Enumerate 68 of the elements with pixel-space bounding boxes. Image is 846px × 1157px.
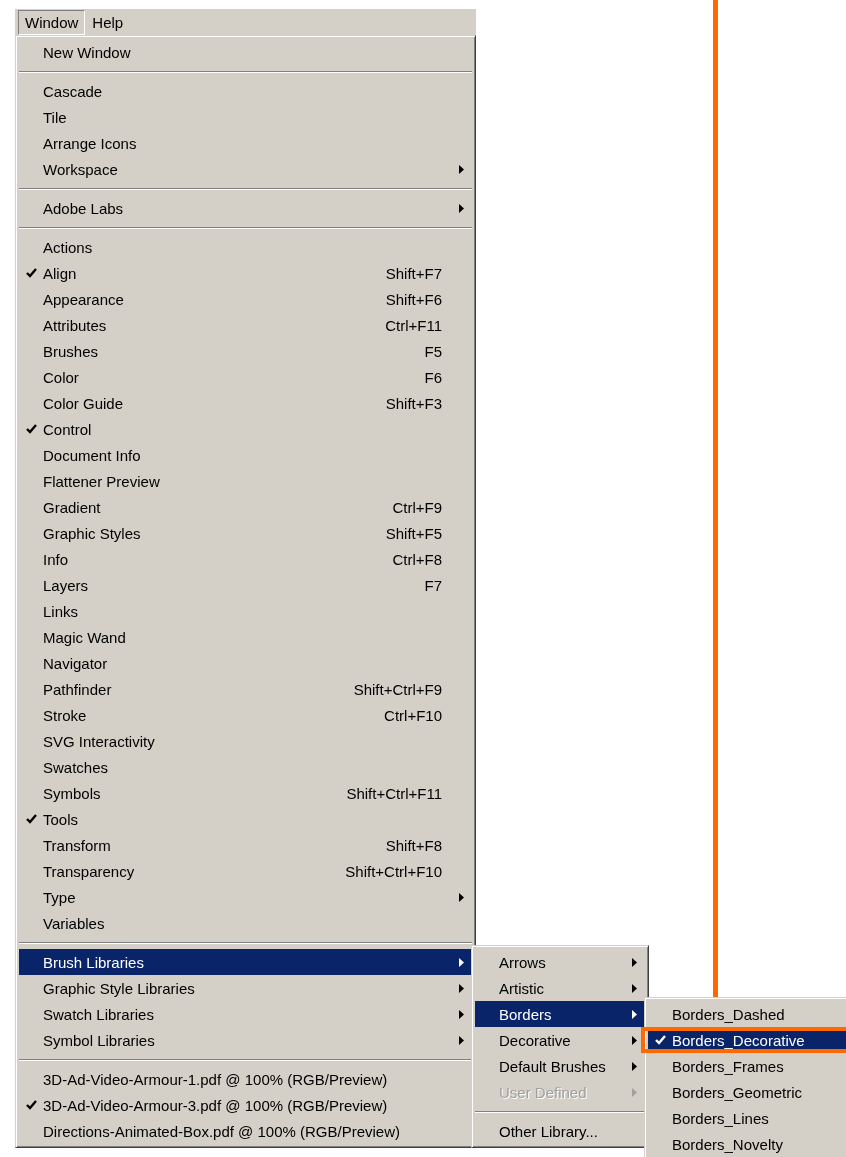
menu-item[interactable]: Links — [19, 598, 472, 624]
menu-item[interactable]: Transform Shift+F8 — [19, 832, 472, 858]
shortcut-label: F6 — [423, 368, 442, 386]
menu-item[interactable]: Stroke Ctrl+F10 — [19, 702, 472, 728]
menu-item[interactable]: Swatches — [19, 754, 472, 780]
menu-item[interactable]: Flattener Preview — [19, 468, 472, 494]
menu-item[interactable]: Navigator — [19, 650, 472, 676]
menu-bar-item[interactable]: Help — [85, 9, 131, 35]
menu-item[interactable]: Workspace — [19, 156, 472, 182]
menu-item[interactable]: Transparency Shift+Ctrl+F10 — [19, 858, 472, 884]
menu-item[interactable]: Color Guide Shift+F3 — [19, 390, 472, 416]
menu-item[interactable]: SVG Interactivity — [19, 728, 472, 754]
shortcut-label: Shift+F8 — [384, 836, 442, 854]
shortcut-label: Shift+Ctrl+F10 — [344, 862, 442, 880]
shortcut-label: Shift+F5 — [384, 524, 442, 542]
menu-item[interactable]: Graphic Styles Shift+F5 — [19, 520, 472, 546]
shortcut-label: Shift+Ctrl+F9 — [352, 680, 442, 698]
shortcut-label: Ctrl+F10 — [383, 706, 442, 724]
shortcut-label: Shift+F7 — [384, 264, 442, 282]
menu-item[interactable]: Color F6 — [19, 364, 472, 390]
menu-item[interactable]: Brush Libraries — [19, 949, 472, 975]
shortcut-label: F5 — [423, 342, 442, 360]
menu-item[interactable]: Default Brushes — [475, 1053, 645, 1079]
menu-item[interactable]: Borders_Novelty — [648, 1131, 846, 1157]
menu-item[interactable]: Align Shift+F7 — [19, 260, 472, 286]
menu-item[interactable]: Actions — [19, 234, 472, 260]
menu-item[interactable]: Borders_Geometric — [648, 1079, 846, 1105]
menu-item[interactable]: Document Info — [19, 442, 472, 468]
menu-item[interactable]: Tile — [19, 104, 472, 130]
menu-item[interactable]: Decorative — [475, 1027, 645, 1053]
shortcut-label: F7 — [423, 576, 442, 594]
menu-item[interactable]: Other Library... — [475, 1118, 645, 1144]
menu-item[interactable]: Borders — [475, 1001, 645, 1027]
menu-bar-item[interactable]: Window — [18, 9, 86, 35]
menu-item[interactable]: Symbol Libraries — [19, 1027, 472, 1053]
shortcut-label: Shift+F3 — [384, 394, 442, 412]
menu-item[interactable]: 3D-Ad-Video-Armour-3.pdf @ 100% (RGB/Preview) — [19, 1092, 472, 1118]
menu-item[interactable]: Borders_Frames — [648, 1053, 846, 1079]
menu-item[interactable]: Borders_Lines — [648, 1105, 846, 1131]
shortcut-label: Ctrl+F11 — [384, 316, 442, 334]
menu-item[interactable]: Variables — [19, 910, 472, 936]
menu-item[interactable]: Directions-Animated-Box.pdf @ 100% (RGB/Preview) — [19, 1118, 472, 1144]
menu-item[interactable]: 3D-Ad-Video-Armour-1.pdf @ 100% (RGB/Preview) — [19, 1066, 472, 1092]
menu-item[interactable]: Appearance Shift+F6 — [19, 286, 472, 312]
menu-item[interactable]: Artistic — [475, 975, 645, 1001]
shortcut-label: Shift+F6 — [384, 290, 442, 308]
menu-item[interactable]: Borders_Dashed — [648, 1001, 846, 1027]
shortcut-label: Shift+Ctrl+F11 — [345, 784, 442, 802]
menu-item[interactable]: Layers F7 — [19, 572, 472, 598]
shortcut-label: Ctrl+F9 — [391, 498, 442, 516]
menu-item[interactable]: Tools — [19, 806, 472, 832]
menu-item[interactable]: Pathfinder Shift+Ctrl+F9 — [19, 676, 472, 702]
menu-item[interactable]: Symbols Shift+Ctrl+F11 — [19, 780, 472, 806]
menu-item[interactable]: Gradient Ctrl+F9 — [19, 494, 472, 520]
menu-item[interactable]: Arrows — [475, 949, 645, 975]
menu-item[interactable]: Swatch Libraries — [19, 1001, 472, 1027]
menu-item[interactable]: Graphic Style Libraries — [19, 975, 472, 1001]
menu-item[interactable]: Brushes F5 — [19, 338, 472, 364]
menu-item[interactable]: Magic Wand — [19, 624, 472, 650]
menu-item[interactable]: Adobe Labs — [19, 195, 472, 221]
menu-item[interactable]: Cascade — [19, 78, 472, 104]
shortcut-label: Ctrl+F8 — [391, 550, 442, 568]
menu-item[interactable]: New Window — [19, 39, 472, 65]
menu-item[interactable]: Attributes Ctrl+F11 — [19, 312, 472, 338]
menu-item[interactable]: Control — [19, 416, 472, 442]
menu-item[interactable]: Type — [19, 884, 472, 910]
menu-item[interactable]: Arrange Icons — [19, 130, 472, 156]
menu-item[interactable]: Info Ctrl+F8 — [19, 546, 472, 572]
